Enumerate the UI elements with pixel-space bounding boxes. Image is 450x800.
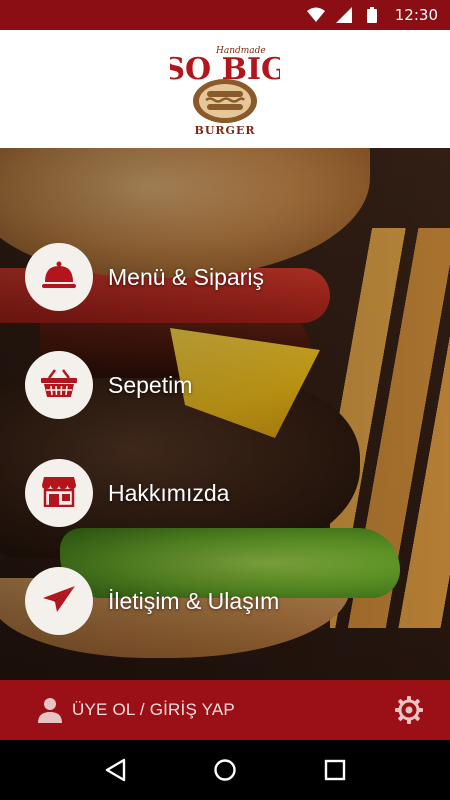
menu-item-label: Menü & Sipariş: [108, 263, 264, 290]
battery-icon: [363, 6, 381, 24]
recents-icon[interactable]: [320, 755, 350, 785]
menu-item-label: Sepetim: [108, 371, 193, 398]
signal-icon: [335, 6, 353, 24]
menu-item-basket[interactable]: Sepetim: [0, 331, 450, 439]
menu-item-icon-circle: [25, 351, 93, 419]
settings-gear-icon[interactable]: [394, 695, 424, 725]
basket-icon: [41, 368, 77, 403]
cloche-icon: [42, 260, 76, 295]
menu-item-icon-circle: [25, 459, 93, 527]
back-icon[interactable]: [100, 755, 130, 785]
paper-plane-icon: [42, 584, 76, 619]
menu-item-label: Hakkımızda: [108, 479, 230, 506]
wifi-icon: [306, 6, 325, 24]
login-register-bar[interactable]: ÜYE OL / GİRİŞ YAP: [0, 680, 450, 740]
status-time: 12:30: [394, 6, 438, 24]
menu-item-label: İletişim & Ulaşım: [108, 587, 280, 614]
menu-item-about-us[interactable]: Hakkımızda: [0, 439, 450, 547]
home-icon[interactable]: [210, 755, 240, 785]
hero-burger-background: Menü & Sipariş Sepetim Hakkımızda İletiş…: [0, 148, 450, 680]
android-nav-bar: [0, 740, 450, 800]
store-icon: [42, 475, 76, 512]
status-bar: 12:30: [0, 0, 450, 30]
menu-item-contact[interactable]: İletişim & Ulaşım: [0, 547, 450, 655]
menu-item-menu-order[interactable]: Menü & Sipariş: [0, 223, 450, 331]
app-header: Handmade SO BIG BURGER: [0, 30, 450, 148]
svg-text:BURGER: BURGER: [195, 124, 256, 137]
menu-item-icon-circle: [25, 243, 93, 311]
so-big-burger-logo: Handmade SO BIG BURGER: [163, 39, 286, 139]
menu-item-icon-circle: [25, 567, 93, 635]
user-icon: [36, 696, 64, 724]
login-register-label[interactable]: ÜYE OL / GİRİŞ YAP: [72, 700, 235, 720]
